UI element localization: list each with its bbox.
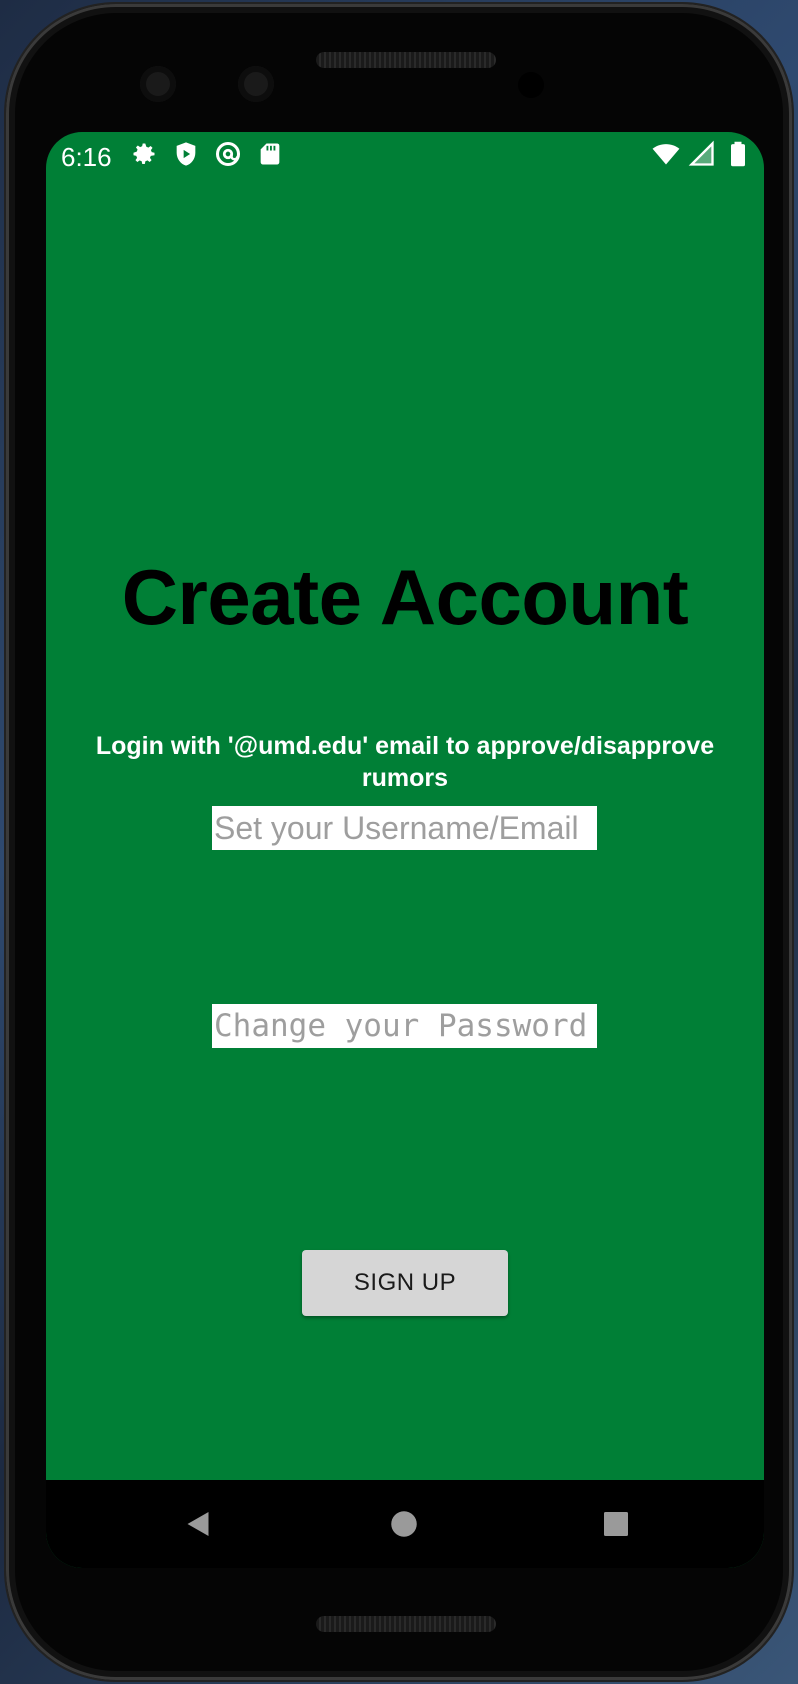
- earpiece-speaker: [316, 52, 496, 68]
- password-input[interactable]: [212, 1004, 597, 1048]
- cell-signal-icon: [688, 140, 714, 166]
- bottom-speaker: [316, 1616, 496, 1632]
- settings-icon: [133, 143, 155, 165]
- recents-icon[interactable]: [598, 1506, 634, 1542]
- back-icon[interactable]: [180, 1506, 216, 1542]
- home-icon[interactable]: [386, 1506, 422, 1542]
- front-camera: [140, 66, 176, 102]
- navigation-bar: [46, 1480, 764, 1568]
- status-time: 6:16: [61, 142, 112, 172]
- app-screen: 6:16 Create Account Login with '@umd.edu…: [46, 132, 764, 1568]
- phone-frame: 6:16 Create Account Login with '@umd.edu…: [6, 4, 792, 1680]
- shield-play-icon: [176, 142, 196, 166]
- page-title: Create Account: [121, 553, 689, 641]
- battery-icon: [731, 141, 745, 167]
- sd-card-icon: [260, 143, 280, 165]
- front-camera-secondary: [238, 66, 274, 102]
- proximity-sensor: [518, 72, 544, 98]
- sign-up-button[interactable]: SIGN UP: [302, 1250, 508, 1316]
- login-instruction-text: Login with '@umd.edu' email to approve/d…: [95, 732, 715, 792]
- username-email-input[interactable]: [212, 806, 597, 850]
- wifi-icon: [652, 144, 680, 165]
- status-bar: 6:16: [46, 132, 764, 180]
- at-sign-icon: [215, 141, 241, 167]
